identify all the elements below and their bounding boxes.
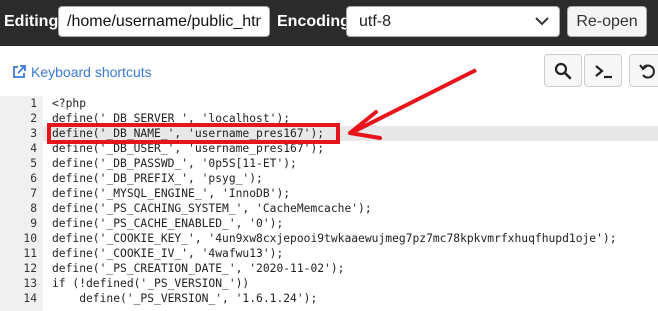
code-line[interactable]: define('_COOKIE_KEY_', '4un9xw8cxjepooi9… [52,231,617,246]
editing-label: Editing: [4,13,64,30]
code-line[interactable]: define('_DB_PASSWD_', '0p5S[11-ET'); [52,156,297,171]
keyboard-shortcuts-link[interactable]: Keyboard shortcuts [12,64,152,80]
search-icon [554,62,572,80]
line-number: 3 [30,127,37,140]
chevron-down-icon [535,17,549,26]
line-number: 14 [23,292,37,305]
line-number: 2 [30,112,37,125]
line-number: 9 [30,217,37,230]
line-number: 6 [30,172,37,185]
undo-icon [639,64,655,79]
line-number: 10 [23,232,37,245]
line-number-gutter: 1 2 3 4 5 6 7 8 9 10 11 12 13 14 [0,96,43,311]
line-number: 8 [30,202,37,215]
line-number: 7 [30,187,37,200]
code-line[interactable]: define('_PS_CREATION_DATE_', '2020-11-02… [52,261,344,276]
line-number: 13 [23,277,37,290]
terminal-button[interactable] [584,54,622,87]
encoding-label: Encoding: [277,13,356,30]
external-link-icon [13,65,26,78]
line-number: 11 [23,247,37,260]
code-line[interactable]: define('_PS_CACHING_SYSTEM_', 'CacheMemc… [52,201,372,216]
code-line[interactable]: define('_COOKIE_IV_', '4wafwu13'); [52,246,283,261]
line-number: 5 [30,157,37,170]
undo-button[interactable] [629,54,658,87]
keyboard-shortcuts-label: Keyboard shortcuts [31,64,152,80]
code-line[interactable]: <?php [52,96,86,111]
code-line[interactable]: if (!defined('_PS_VERSION_')) [52,276,249,291]
line-number: 4 [30,142,37,155]
file-path-input[interactable] [58,6,270,37]
editor-top-toolbar: Editing: Encoding: utf-8 Re-open [0,0,658,46]
terminal-icon [595,65,612,79]
line-number: 12 [23,262,37,275]
editor-secondary-toolbar: Keyboard shortcuts [0,46,658,97]
encoding-select[interactable]: utf-8 [346,6,560,37]
search-button[interactable] [544,54,582,87]
encoding-selected-value: utf-8 [359,13,392,30]
reopen-button[interactable]: Re-open [567,6,647,37]
code-line[interactable]: define('_DB_PREFIX_', 'psyg_'); [52,171,263,186]
code-line[interactable]: define('_PS_CACHE_ENABLED_', '0'); [52,216,283,231]
line-number: 1 [30,97,37,110]
code-line[interactable]: define('_PS_VERSION_', '1.6.1.24'); [52,291,317,306]
code-line[interactable]: define('_MYSQL_ENGINE_', 'InnoDB'); [52,186,290,201]
annotation-highlight-box [47,123,340,144]
